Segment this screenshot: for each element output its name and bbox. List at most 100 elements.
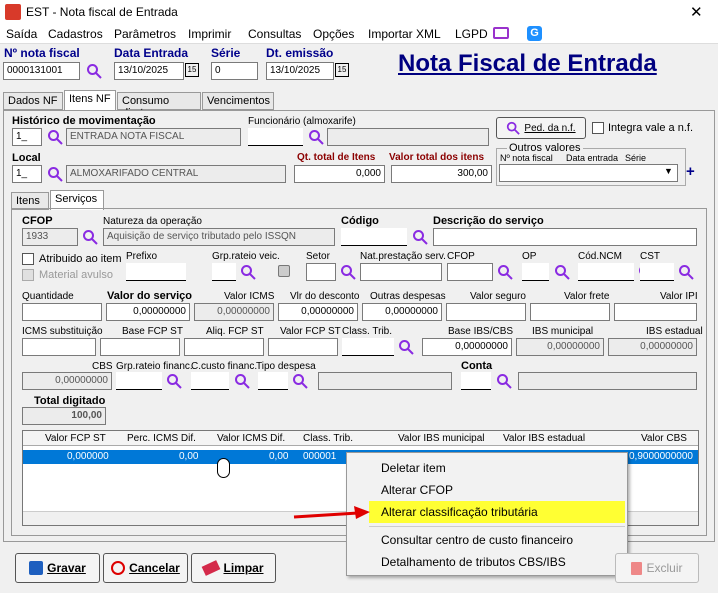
setor-input[interactable]	[306, 263, 336, 281]
outras-despesas-input[interactable]: 0,00000000	[362, 303, 442, 321]
tipo-despesa-input[interactable]	[258, 372, 288, 390]
nat-prest-input[interactable]	[360, 263, 442, 281]
menu-opcoes[interactable]: Opções	[313, 27, 354, 41]
tab-dados-nf[interactable]: Dados NF	[3, 92, 63, 110]
tipo-despesa-desc	[318, 372, 452, 390]
col-valor-ibs-municipal[interactable]: Valor IBS municipal	[398, 433, 485, 444]
search-icon[interactable]	[497, 264, 513, 280]
search-icon[interactable]	[47, 166, 63, 182]
search-icon[interactable]	[292, 373, 308, 389]
add-icon[interactable]: +	[686, 163, 695, 180]
menu-detalhamento-tributos[interactable]: Detalhamento de tributos CBS/IBS	[347, 551, 627, 573]
menu-lgpd[interactable]: LGPD	[455, 27, 488, 41]
cancelar-button[interactable]: Cancelar	[103, 553, 188, 583]
cell-valor-fcp-st: 0,000000	[67, 451, 109, 462]
menu-parametros[interactable]: Parâmetros	[114, 27, 176, 41]
col-perc-icms-dif[interactable]: Perc. ICMS Dif.	[127, 433, 196, 444]
monitor-icon[interactable]	[493, 27, 509, 39]
data-entrada-input[interactable]: 13/10/2025	[114, 62, 184, 80]
outros-valores-select[interactable]	[499, 164, 678, 182]
valor-servico-input[interactable]: 0,00000000	[106, 303, 190, 321]
funcionario-code-input[interactable]	[248, 128, 303, 146]
col-valor-cbs[interactable]: Valor CBS	[641, 433, 687, 444]
search-icon[interactable]	[47, 129, 63, 145]
menu-deletar-item[interactable]: Deletar item	[347, 457, 627, 479]
vlr-desconto-input[interactable]: 0,00000000	[278, 303, 358, 321]
grp-rateio-veic-input[interactable]	[212, 263, 236, 281]
historico-code-input[interactable]: 1_	[12, 128, 42, 146]
cod-ncm-input[interactable]	[578, 263, 634, 281]
tab-servicos[interactable]: Serviços	[50, 190, 104, 210]
dt-emissao-input[interactable]: 13/10/2025	[266, 62, 334, 80]
search-icon[interactable]	[412, 229, 428, 245]
integra-checkbox[interactable]	[592, 122, 604, 134]
aliq-fcp-st-input[interactable]	[184, 338, 264, 356]
op-input[interactable]	[522, 263, 549, 281]
valor-frete-input[interactable]	[530, 303, 610, 321]
search-icon[interactable]	[166, 373, 182, 389]
serie-input[interactable]: 0	[211, 62, 258, 80]
atribuido-checkbox[interactable]	[22, 253, 34, 265]
menu-alterar-cfop[interactable]: Alterar CFOP	[347, 479, 627, 501]
cfop2-input[interactable]	[447, 263, 493, 281]
search-icon[interactable]	[308, 129, 324, 145]
codigo-input[interactable]	[341, 228, 407, 246]
tab-consumo-direto[interactable]: Consumo direto	[117, 92, 201, 119]
cfop-input[interactable]: 1933	[22, 228, 78, 246]
limpar-button[interactable]: Limpar	[191, 553, 276, 583]
conta-input[interactable]	[461, 372, 491, 390]
menu-saida[interactable]: Saída	[6, 27, 37, 41]
menu-cadastros[interactable]: Cadastros	[48, 27, 103, 41]
search-icon[interactable]	[240, 264, 256, 280]
material-avulso-checkbox[interactable]	[22, 269, 34, 281]
search-icon[interactable]	[234, 373, 250, 389]
menu-alterar-classificacao[interactable]: Alterar classificação tributária	[369, 501, 625, 523]
valor-seguro-input[interactable]	[446, 303, 526, 321]
cst-input[interactable]	[640, 263, 674, 281]
ibs-estadual-label: IBS estadual	[646, 326, 703, 337]
base-fcp-st-input[interactable]	[100, 338, 180, 356]
close-icon[interactable]: ✕	[690, 3, 703, 21]
calendar-icon[interactable]: 15	[335, 63, 349, 77]
grp-rateio-financ-input[interactable]	[116, 372, 162, 390]
funcionario-label: Funcionário (almoxarife)	[248, 116, 356, 127]
ped-nf-button[interactable]: Ped. da n.f.	[496, 117, 586, 139]
app-g-icon[interactable]: G	[527, 26, 542, 41]
menu-imprimir[interactable]: Imprimir	[188, 27, 231, 41]
vlr-desconto-label: Vlr do desconto	[290, 291, 360, 302]
tab-vencimentos[interactable]: Vencimentos	[202, 92, 274, 110]
search-icon[interactable]	[398, 339, 414, 355]
excluir-button[interactable]: Excluir	[615, 553, 699, 583]
tab-itens-nf[interactable]: Itens NF	[64, 90, 116, 110]
valor-fcp-st-input[interactable]	[268, 338, 338, 356]
search-icon[interactable]	[554, 264, 570, 280]
valor-ipi-input[interactable]	[614, 303, 697, 321]
class-trib-input[interactable]	[342, 338, 394, 356]
menu-consultar-centro-custo[interactable]: Consultar centro de custo financeiro	[347, 529, 627, 551]
c-custo-input[interactable]	[191, 372, 229, 390]
cbs-input: 0,00000000	[22, 372, 112, 390]
quantidade-input[interactable]	[22, 303, 102, 321]
col-valor-ibs-estadual[interactable]: Valor IBS estadual	[503, 433, 585, 444]
base-ibs-input[interactable]: 0,00000000	[422, 338, 512, 356]
search-icon[interactable]	[86, 63, 102, 79]
search-icon[interactable]	[82, 229, 98, 245]
search-icon[interactable]	[678, 264, 694, 280]
calendar-icon[interactable]: 15	[185, 63, 199, 77]
descricao-input[interactable]	[433, 228, 697, 246]
local-code-input[interactable]: 1_	[12, 165, 42, 183]
cancelar-label: Cancelar	[129, 561, 180, 575]
gravar-button[interactable]: Gravar	[15, 553, 100, 583]
icms-subst-input[interactable]	[22, 338, 96, 356]
search-icon[interactable]	[496, 373, 512, 389]
nota-input[interactable]: 0000131001	[3, 62, 80, 80]
chevron-down-icon[interactable]: ▼	[664, 166, 673, 176]
col-valor-fcp-st[interactable]: Valor FCP ST	[45, 433, 106, 444]
col-valor-icms-dif[interactable]: Valor ICMS Dif.	[217, 433, 285, 444]
eraser-icon	[202, 560, 221, 576]
col-class-trib[interactable]: Class. Trib.	[303, 433, 353, 444]
menu-consultas[interactable]: Consultas	[248, 27, 301, 41]
prefixo-input[interactable]	[126, 263, 186, 281]
menu-importar-xml[interactable]: Importar XML	[368, 27, 441, 41]
search-icon[interactable]	[340, 264, 356, 280]
